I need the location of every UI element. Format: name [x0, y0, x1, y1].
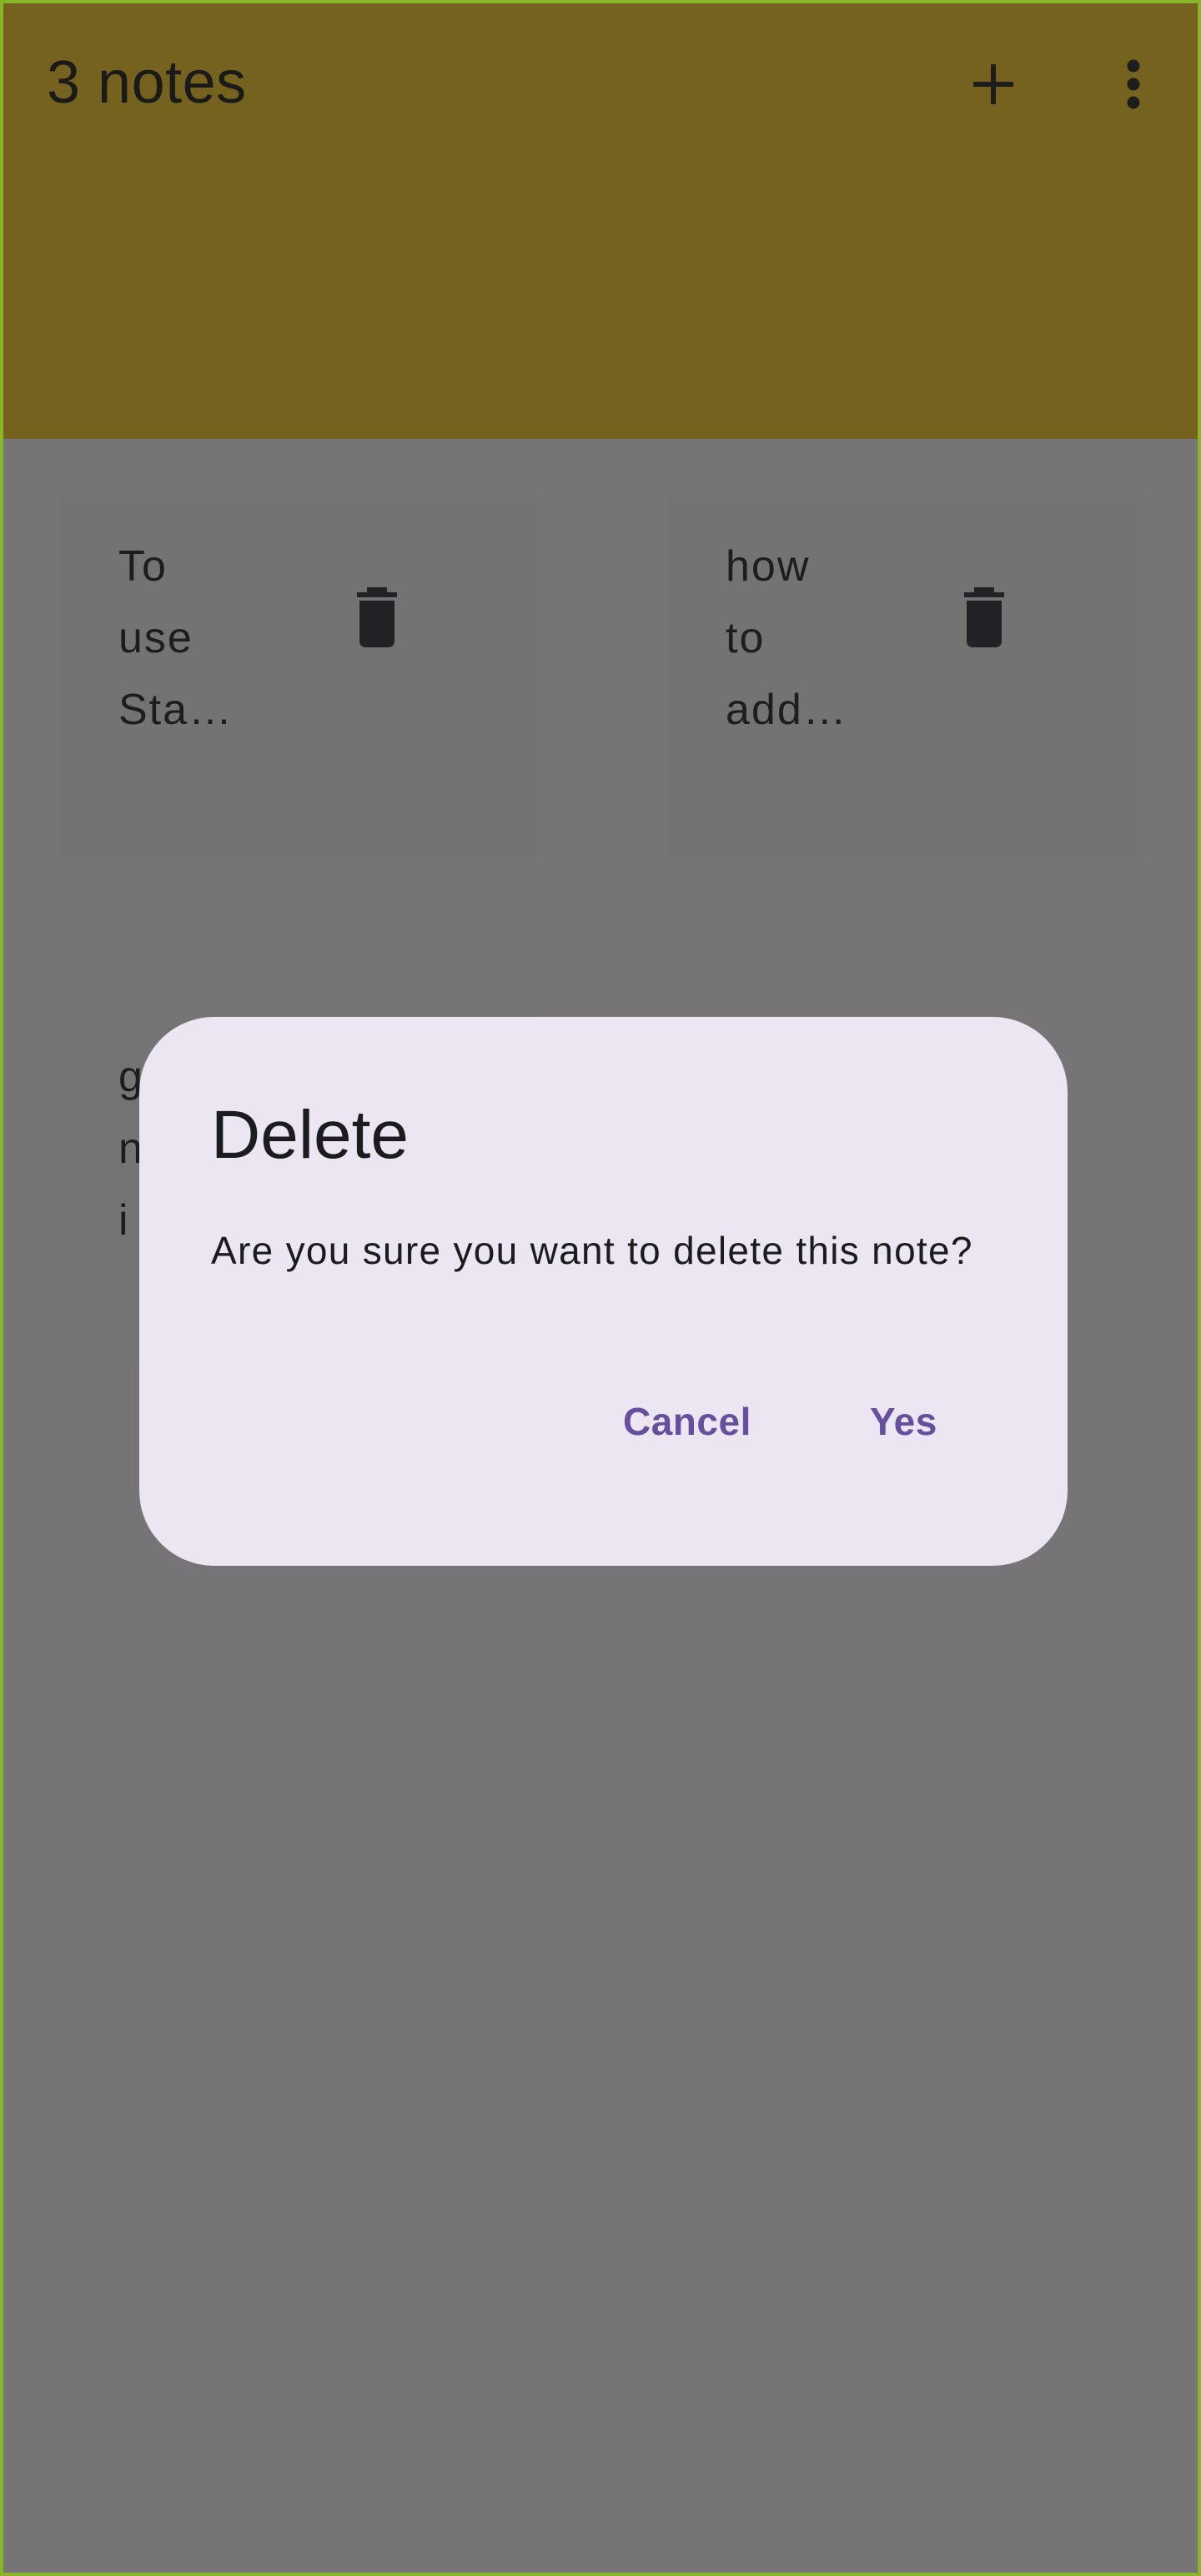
note-title: To use Sta… — [118, 542, 234, 734]
dialog-message: Are you sure you want to delete this not… — [211, 1229, 973, 1272]
app-screen: 3 notes To use Sta… how to add… g n i De… — [0, 0, 1201, 2576]
trash-icon — [357, 587, 397, 647]
page-title: 3 notes — [47, 49, 247, 116]
cancel-button[interactable]: Cancel — [623, 1396, 751, 1446]
confirm-delete-button[interactable]: Yes — [870, 1396, 937, 1446]
add-note-button[interactable] — [956, 47, 1031, 122]
note-card[interactable]: To use Sta… — [60, 497, 537, 856]
plus-icon — [973, 64, 1013, 104]
app-bar: 3 notes — [3, 3, 1198, 439]
delete-note-button[interactable] — [352, 584, 402, 651]
more-vert-icon — [1127, 59, 1140, 109]
delete-dialog: Delete Are you sure you want to delete t… — [139, 1017, 1068, 1566]
note-card[interactable]: how to add… — [667, 497, 1144, 856]
more-options-button[interactable] — [1096, 47, 1171, 122]
trash-icon — [964, 587, 1004, 647]
delete-note-button[interactable] — [959, 584, 1009, 651]
note-title: how to add… — [726, 542, 848, 734]
dialog-title: Delete — [211, 1097, 410, 1173]
